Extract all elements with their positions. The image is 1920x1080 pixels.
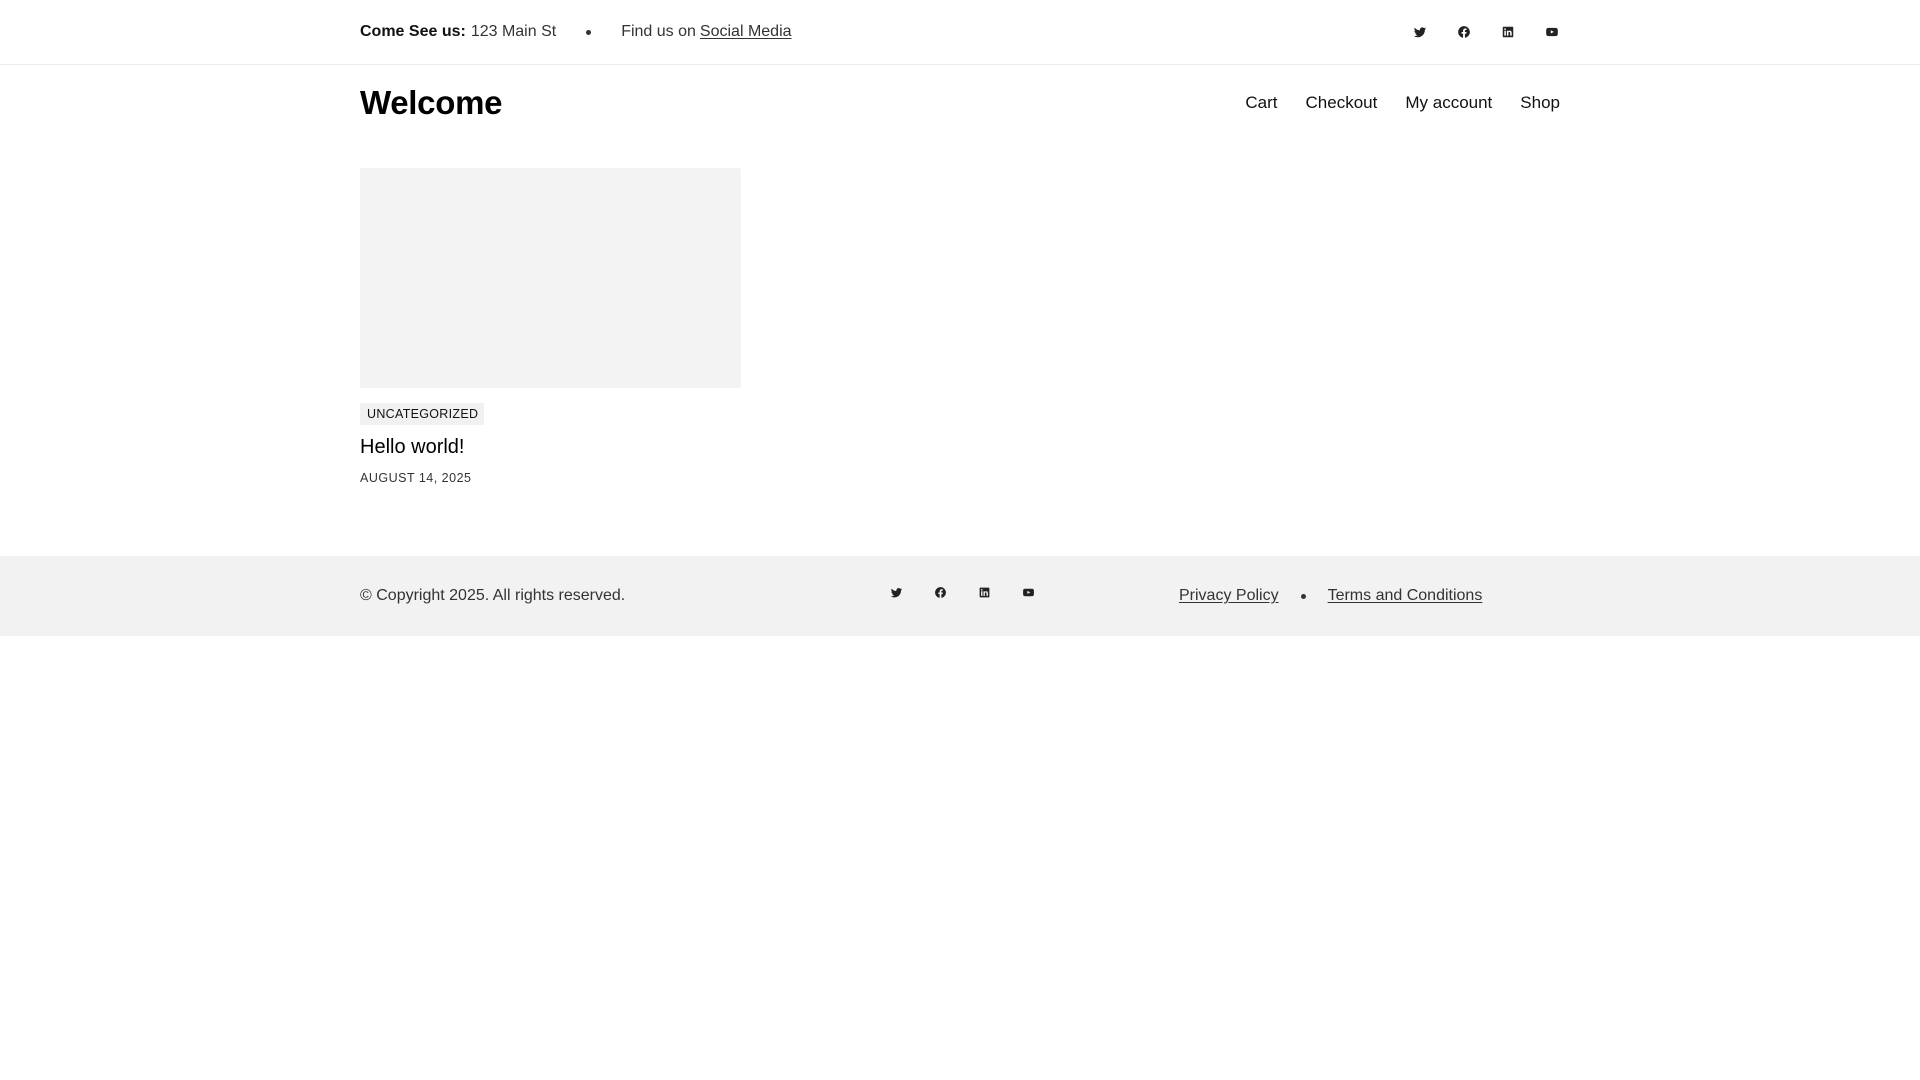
top-bar: Come See us: 123 Main St Find us on Soci…	[0, 0, 1920, 65]
address: 123 Main St	[470, 23, 557, 40]
separator-dot	[586, 29, 592, 35]
copyright-text: © Copyright 2025. All rights reserved.	[360, 587, 626, 604]
privacy-policy-link[interactable]: Privacy Policy	[1179, 587, 1279, 605]
youtube-icon[interactable]	[1020, 584, 1036, 600]
footer-inner: © Copyright 2025. All rights reserved. P…	[360, 556, 1560, 636]
site-title[interactable]: Welcome	[360, 84, 502, 122]
post-title[interactable]: Hello world!	[360, 436, 741, 459]
terms-link[interactable]: Terms and Conditions	[1328, 587, 1483, 605]
nav-item-shop[interactable]: Shop	[1520, 93, 1560, 113]
contact-info: Come See us: 123 Main St Find us on Soci…	[360, 23, 792, 41]
linkedin-icon[interactable]	[1500, 24, 1516, 40]
separator-dot	[1300, 593, 1306, 599]
twitter-icon[interactable]	[1412, 24, 1428, 40]
main-nav: Cart Checkout My account Shop	[1245, 93, 1560, 113]
footer-links: Privacy Policy Terms and Conditions	[1179, 587, 1482, 605]
nav-item-cart[interactable]: Cart	[1245, 93, 1277, 113]
footer-social-icons	[888, 584, 1036, 600]
twitter-icon[interactable]	[888, 584, 904, 600]
linkedin-icon[interactable]	[976, 584, 992, 600]
social-media-link[interactable]: Social Media	[700, 23, 792, 41]
site-header: Welcome Cart Checkout My account Shop	[360, 64, 1560, 142]
site-footer: © Copyright 2025. All rights reserved. P…	[0, 556, 1920, 636]
find-us-text: Find us on	[621, 23, 696, 40]
post-card: UNCATEGORIZED Hello world! AUGUST 14, 20…	[360, 168, 741, 485]
facebook-icon[interactable]	[1456, 24, 1472, 40]
post-date: AUGUST 14, 2025	[360, 471, 472, 485]
top-bar-inner: Come See us: 123 Main St Find us on Soci…	[360, 0, 1560, 64]
nav-item-checkout[interactable]: Checkout	[1306, 93, 1378, 113]
post-featured-image[interactable]	[360, 168, 741, 388]
top-social-icons	[1412, 24, 1560, 40]
facebook-icon[interactable]	[932, 584, 948, 600]
visit-label: Come See us:	[360, 23, 466, 40]
youtube-icon[interactable]	[1544, 24, 1560, 40]
post-category-tag[interactable]: UNCATEGORIZED	[360, 403, 485, 425]
nav-item-my-account[interactable]: My account	[1405, 93, 1492, 113]
